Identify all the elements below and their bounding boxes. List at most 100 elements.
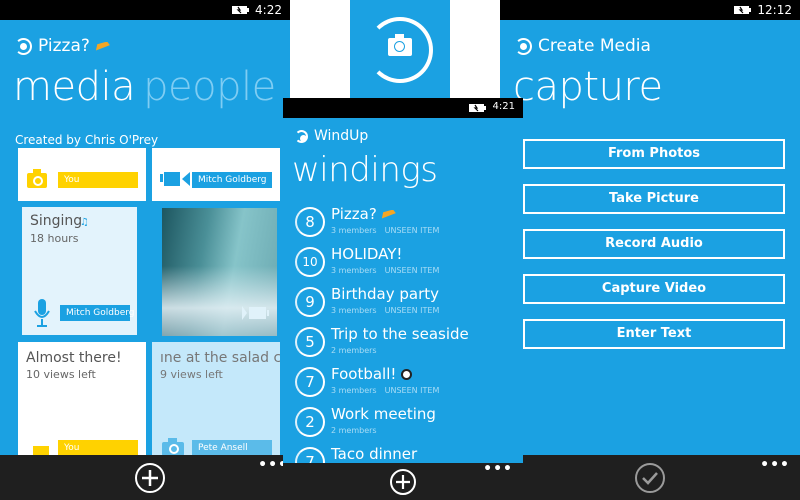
countdown-ring: 5 xyxy=(295,327,325,357)
winding-meta: 3 members UNSEEN ITEM xyxy=(331,226,440,235)
tile-subtitle: 9 views left xyxy=(160,368,223,381)
winding-title: Football! xyxy=(331,365,413,383)
status-bar: 12:12 xyxy=(500,0,800,20)
record-audio-button[interactable]: Record Audio xyxy=(523,229,785,259)
football-icon xyxy=(401,368,413,380)
app-title-text: WindUp xyxy=(314,128,369,144)
screen-windings: 4:21 WindUp windings 8 Pizza? 3 members U… xyxy=(283,98,523,500)
status-time: 4:22 xyxy=(255,3,282,17)
countdown-ring: 10 xyxy=(295,247,325,277)
music-notes-icon: ♫ xyxy=(80,217,89,228)
pivot-capture[interactable]: capture xyxy=(513,64,663,110)
check-icon xyxy=(642,472,658,485)
media-tile-photo[interactable]: You xyxy=(18,148,146,201)
add-button[interactable] xyxy=(390,469,416,495)
pivot-header: capture xyxy=(513,64,663,110)
winding-item[interactable]: 5 Trip to the seaside 2 members xyxy=(295,323,523,363)
pivot-media[interactable]: media xyxy=(13,64,136,110)
status-time: 12:12 xyxy=(757,3,792,17)
screen-media: 4:22 Pizza? media people Created by Chris… xyxy=(0,0,290,500)
winding-title: Pizza? xyxy=(331,205,396,223)
app-bar: ••• xyxy=(283,462,523,500)
winding-title: Work meeting xyxy=(331,405,436,423)
countdown-ring: 2 xyxy=(295,407,325,437)
take-picture-button[interactable]: Take Picture xyxy=(523,184,785,214)
media-tile-video[interactable]: Mitch Goldberg xyxy=(152,148,280,201)
app-title-text: Pizza? xyxy=(38,36,90,56)
pizza-icon xyxy=(95,41,110,51)
windup-logo-icon xyxy=(15,37,32,55)
battery-charging-icon xyxy=(232,6,249,14)
media-tile-photo-2[interactable]: ıne at the salad ca 9 views left Pete An… xyxy=(152,342,280,457)
windup-logo-icon xyxy=(515,37,532,55)
pivot-people[interactable]: people xyxy=(143,64,276,110)
winding-meta: 2 members xyxy=(331,426,377,435)
battery-charging-icon xyxy=(734,6,751,14)
winding-meta: 3 members UNSEEN ITEM xyxy=(331,386,440,395)
capture-video-button[interactable]: Capture Video xyxy=(523,274,785,304)
pivot-header: windings xyxy=(292,150,438,190)
winding-item[interactable]: 10 HOLIDAY! 3 members UNSEEN ITEM xyxy=(295,243,523,283)
author-tag: Pete Ansell xyxy=(192,440,272,456)
app-title: Create Media xyxy=(515,36,651,56)
author-tag: Mitch Goldberg xyxy=(192,172,272,188)
winding-title: HOLIDAY! xyxy=(331,245,403,263)
thumbnail-image xyxy=(162,266,277,336)
camera-icon xyxy=(27,169,47,188)
windup-logo-icon xyxy=(295,129,308,143)
screen-capture: 12:12 Create Media capture From Photos T… xyxy=(500,0,800,500)
more-button[interactable]: ••• xyxy=(760,458,790,472)
app-bar: ••• xyxy=(0,455,290,500)
app-title-text: Create Media xyxy=(538,36,651,56)
enter-text-button[interactable]: Enter Text xyxy=(523,319,785,349)
winding-meta: 3 members UNSEEN ITEM xyxy=(331,266,440,275)
status-bar: 4:22 xyxy=(0,0,290,20)
app-title: WindUp xyxy=(295,128,368,144)
video-icon xyxy=(160,172,190,186)
winding-title: Taco dinner xyxy=(331,445,418,463)
winding-title: Birthday party xyxy=(331,285,440,303)
battery-charging-icon xyxy=(469,104,486,112)
author-tag: You xyxy=(58,172,138,188)
tile-title: Singing xyxy=(30,213,83,229)
app-bar: ••• xyxy=(500,455,800,500)
media-tile-video-thumbnail[interactable] xyxy=(162,208,277,336)
pivot-header: media people xyxy=(13,64,276,110)
countdown-ring: 9 xyxy=(295,287,325,317)
status-time: 4:21 xyxy=(492,101,515,112)
winding-item[interactable]: 8 Pizza? 3 members UNSEEN ITEM xyxy=(295,203,523,243)
windings-list: 8 Pizza? 3 members UNSEEN ITEM 10 HOLIDAY… xyxy=(295,203,523,483)
winding-meta: 2 members xyxy=(331,346,377,355)
countdown-ring: 8 xyxy=(295,207,325,237)
media-tile-audio[interactable]: Singing ♫ 18 hours Mitch Goldberg xyxy=(22,207,137,335)
tile-subtitle: 10 views left xyxy=(26,368,96,381)
add-icon xyxy=(142,470,158,486)
from-photos-button[interactable]: From Photos xyxy=(523,139,785,169)
pizza-icon xyxy=(381,209,396,219)
video-icon xyxy=(242,306,269,320)
winding-item[interactable]: 2 Work meeting 2 members xyxy=(295,403,523,443)
author-tag: Mitch Goldberg xyxy=(60,305,135,321)
winding-item[interactable]: 7 Football! 3 members UNSEEN ITEM xyxy=(295,363,523,403)
more-button[interactable]: ••• xyxy=(483,462,513,476)
tile-title: ıne at the salad ca xyxy=(160,350,280,366)
tile-title: Almost there! xyxy=(26,350,122,366)
camera-icon xyxy=(388,34,412,56)
author-tag: You xyxy=(58,440,138,456)
media-tile-text[interactable]: Almost there! 10 views left You xyxy=(18,342,146,457)
microphone-icon xyxy=(34,299,50,327)
confirm-button[interactable] xyxy=(635,463,665,493)
created-by-label: Created by Chris O'Prey xyxy=(15,133,159,147)
status-bar: 4:21 xyxy=(283,98,523,118)
pivot-windings[interactable]: windings xyxy=(292,150,438,190)
app-title: Pizza? xyxy=(15,36,110,56)
add-button[interactable] xyxy=(135,463,165,493)
winding-meta: 3 members UNSEEN ITEM xyxy=(331,306,440,315)
countdown-ring: 7 xyxy=(295,367,325,397)
winding-item[interactable]: 9 Birthday party 3 members UNSEEN ITEM xyxy=(295,283,523,323)
add-icon xyxy=(396,475,410,489)
winding-title: Trip to the seaside xyxy=(331,325,469,343)
camera-icon xyxy=(162,438,184,456)
splash-logo xyxy=(350,0,450,100)
tile-subtitle: 18 hours xyxy=(30,232,79,245)
